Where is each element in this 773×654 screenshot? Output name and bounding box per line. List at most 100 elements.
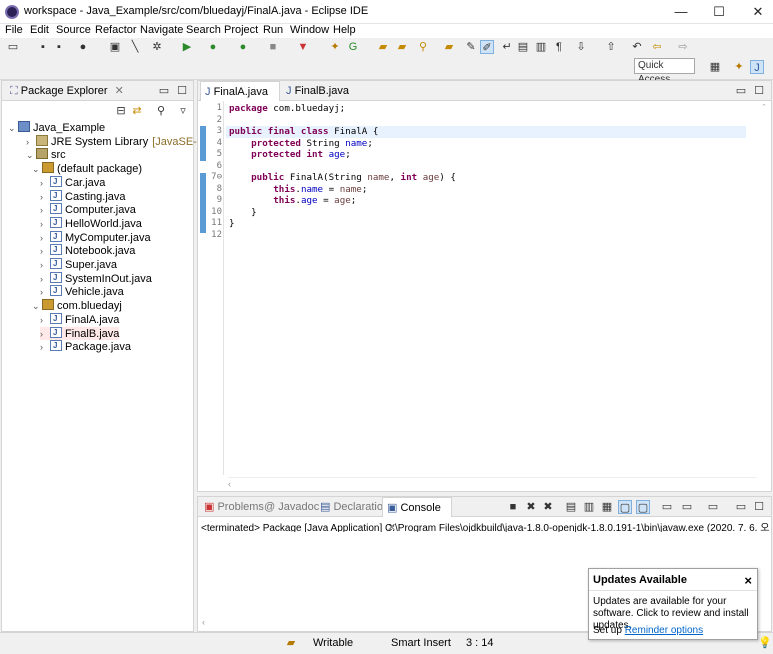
terminate-icon[interactable]: ■	[506, 500, 520, 514]
chevron-right-icon[interactable]: ›	[40, 286, 50, 299]
menu-edit[interactable]: Edit	[30, 24, 49, 36]
terminal-icon[interactable]: ▣	[108, 40, 122, 54]
maximize-editor-icon[interactable]: ☐	[752, 84, 766, 98]
chevron-right-icon[interactable]: ›	[40, 341, 50, 354]
open-resource-icon[interactable]: ▰	[442, 40, 456, 54]
word-wrap-icon[interactable]: ↵	[500, 40, 514, 54]
tab-console[interactable]: ▣ Console ✕	[382, 497, 452, 534]
tree-item[interactable]: › Notebook.java	[40, 243, 135, 258]
reminder-options-link[interactable]: Reminder options	[625, 625, 703, 636]
tab-declaration[interactable]: ▤ Declaration	[316, 497, 389, 517]
code-line[interactable]: package com.bluedayj;	[229, 103, 345, 115]
tree-item[interactable]: › SystemInOut.java	[40, 271, 152, 286]
next-annotation-icon[interactable]: ⇩	[574, 40, 588, 54]
code-line[interactable]: }	[229, 218, 235, 230]
menu-run[interactable]: Run	[263, 24, 283, 36]
tree-item[interactable]: ⌄ com.bluedayj	[32, 299, 122, 312]
tree-item[interactable]: › HelloWorld.java	[40, 216, 142, 231]
updates-popup[interactable]: Updates Available × Updates are availabl…	[588, 568, 758, 640]
chevron-right-icon[interactable]: ›	[40, 273, 50, 286]
horizontal-scrollbar[interactable]: ‹	[228, 477, 757, 489]
menu-project[interactable]: Project	[224, 24, 258, 36]
breadcrumb-toggle-icon[interactable]: ▥	[534, 40, 548, 54]
clear-console-icon[interactable]: ▤	[564, 500, 578, 514]
new-icon[interactable]: ▭	[6, 40, 20, 54]
tree-item[interactable]: › Computer.java	[40, 202, 136, 216]
tree-item[interactable]: ⌄ Java_Example	[8, 121, 105, 134]
show-on-stderr-icon[interactable]: ▢	[636, 500, 650, 514]
new-java-package-icon[interactable]: ✦	[328, 40, 342, 54]
view-menu-icon[interactable]: ▿	[176, 104, 190, 118]
block-selection-icon[interactable]: ▤	[516, 40, 530, 54]
stop-icon[interactable]: ■	[266, 40, 280, 54]
chevron-right-icon[interactable]: ›	[40, 245, 50, 258]
tree-item[interactable]: › Vehicle.java	[40, 284, 124, 299]
chevron-down-icon[interactable]: ⌄	[8, 122, 18, 135]
menu-search[interactable]: Search	[186, 24, 221, 36]
debug-icon[interactable]: ✲	[150, 40, 164, 54]
console-horizontal-scrollbar[interactable]: ‹	[202, 617, 205, 629]
open-perspective-icon[interactable]: ▦	[708, 60, 722, 74]
console-toggle-icon[interactable]: ●	[76, 40, 90, 54]
chevron-down-icon[interactable]: ⌄	[32, 163, 42, 176]
search-icon[interactable]: ⚲	[416, 40, 430, 54]
save-icon[interactable]: ▪	[36, 40, 50, 54]
chevron-down-icon[interactable]: ⌄	[32, 300, 42, 313]
display-console-icon[interactable]: ▭	[680, 500, 694, 514]
tree-item[interactable]: › FinalB.java	[40, 326, 120, 341]
coverage-icon[interactable]: ●	[206, 40, 220, 54]
mark-occurrences-icon[interactable]: ✐	[480, 40, 494, 54]
show-on-stdout-icon[interactable]: ▢	[618, 500, 632, 514]
new-java-class-icon[interactable]: G	[346, 40, 360, 54]
last-edit-icon[interactable]: ↶	[630, 40, 644, 54]
remove-all-icon[interactable]: ✖	[541, 500, 555, 514]
tree-item[interactable]: › Casting.java	[40, 189, 126, 204]
code-line[interactable]: protected int age;	[229, 149, 351, 161]
popup-close-button[interactable]: ×	[744, 573, 752, 588]
tree-item[interactable]: › Package.java	[40, 339, 131, 354]
tree-item[interactable]: › Car.java	[40, 175, 105, 189]
ant-icon[interactable]: ▼	[296, 40, 310, 54]
tree-item[interactable]: › FinalA.java	[40, 312, 119, 326]
previous-annotation-icon[interactable]: ⇧	[604, 40, 618, 54]
menu-window[interactable]: Window	[290, 24, 329, 36]
pin-console-icon[interactable]: ▭	[660, 500, 674, 514]
tree-item[interactable]: ⌄ src	[26, 148, 66, 161]
remove-launch-icon[interactable]: ✖	[524, 500, 538, 514]
code-line[interactable]: }	[229, 207, 257, 219]
tab-package-explorer[interactable]: ⛶ Package Explorer ✕	[6, 81, 124, 101]
tree-item[interactable]: ⌄ (default package)	[32, 162, 142, 175]
open-task-icon[interactable]: ▰	[395, 40, 409, 54]
open-console-icon[interactable]: ▭	[706, 500, 720, 514]
code-line[interactable]: protected String name;	[229, 138, 373, 150]
tree-item[interactable]: › MyComputer.java	[40, 230, 151, 245]
quick-access-field[interactable]: Quick Access	[634, 58, 695, 85]
tab-javadoc[interactable]: @ Javadoc	[260, 497, 319, 517]
tree-item[interactable]: › Super.java	[40, 257, 117, 272]
close-icon[interactable]: ✕	[115, 85, 124, 97]
chevron-right-icon[interactable]: ›	[40, 259, 50, 272]
link-with-editor-icon[interactable]: ⇄	[130, 104, 144, 118]
chevron-right-icon[interactable]: ›	[40, 191, 50, 204]
chevron-right-icon[interactable]: ›	[40, 328, 50, 341]
chevron-right-icon[interactable]: ›	[40, 218, 50, 231]
external-tools-icon[interactable]: ●	[236, 40, 250, 54]
show-whitespace-icon[interactable]: ¶	[552, 40, 566, 54]
back-icon[interactable]: ⇦	[650, 40, 664, 54]
annotation-icon[interactable]: ✎	[464, 40, 478, 54]
code-line[interactable]: this.name = name;	[229, 184, 367, 196]
skip-breakpoints-icon[interactable]: ╲	[128, 40, 142, 54]
save-all-icon[interactable]: ▪	[52, 40, 66, 54]
menu-refactor[interactable]: Refactor	[95, 24, 137, 36]
run-icon[interactable]: ▶	[180, 40, 194, 54]
open-type-icon[interactable]: ▰	[376, 40, 390, 54]
lightbulb-icon[interactable]: 💡	[758, 636, 772, 650]
minimize-editor-icon[interactable]: ▭	[734, 84, 748, 98]
tab-finala[interactable]: J FinalA.java ✕	[200, 81, 280, 118]
menu-source[interactable]: Source	[56, 24, 91, 36]
tree-item[interactable]: › JRE System Library [JavaSE-1.8]	[26, 134, 215, 148]
tab-finalb[interactable]: J FinalB.java	[282, 81, 362, 101]
chevron-right-icon[interactable]: ›	[40, 232, 50, 245]
menu-help[interactable]: Help	[333, 24, 356, 36]
minimize-console-icon[interactable]: ▭	[734, 500, 748, 514]
